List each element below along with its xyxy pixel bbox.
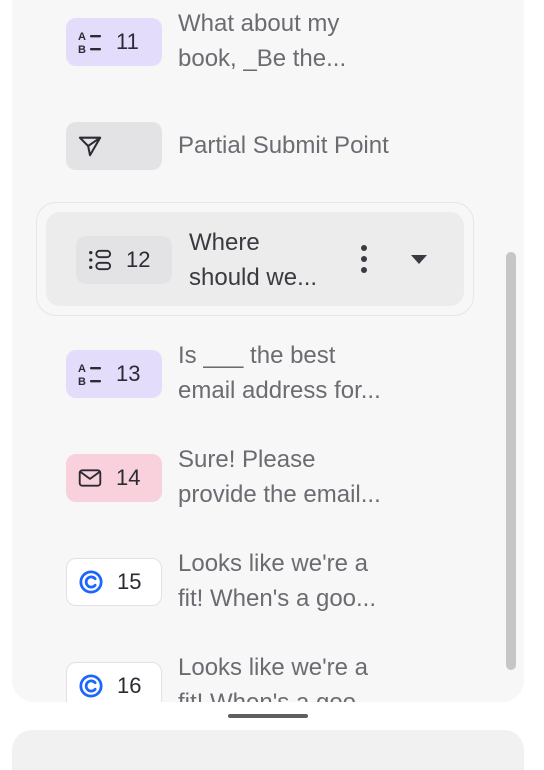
question-item-11[interactable]: A B 11 What about my book, _Be the... — [12, 0, 524, 100]
svg-text:A: A — [78, 31, 86, 43]
multiple-choice-icon: A B — [78, 361, 102, 387]
ranking-list-icon — [88, 247, 112, 273]
calendly-icon — [79, 673, 103, 699]
calendly-icon — [79, 569, 103, 595]
partial-submit-point[interactable]: Partial Submit Point — [12, 104, 524, 204]
question-item-13[interactable]: A B 13 Is ___ the best email address for… — [12, 332, 524, 432]
question-type-badge: 14 — [66, 454, 162, 502]
partial-submit-label: Partial Submit Point — [178, 132, 389, 159]
scrollbar-thumb[interactable] — [506, 252, 516, 670]
question-type-badge: A B 11 — [66, 18, 162, 66]
svg-text:B: B — [78, 44, 86, 55]
send-icon — [78, 133, 102, 159]
question-title: Looks like we're a fit! When's a goo... — [178, 550, 377, 612]
drag-handle[interactable] — [228, 714, 308, 718]
question-number: 12 — [126, 247, 151, 272]
question-number: 13 — [116, 361, 141, 386]
svg-text:B: B — [78, 376, 86, 387]
question-number: 14 — [116, 465, 141, 490]
multiple-choice-icon: A B — [78, 29, 102, 55]
question-type-badge: 12 — [76, 236, 172, 284]
selected-question-card[interactable]: 12 Where should we... — [46, 212, 464, 306]
question-type-badge: 16 — [66, 662, 162, 702]
question-title: Looks like we're a fit! When's a goo... — [178, 654, 376, 702]
question-item-16[interactable]: 16 Looks like we're a fit! When's a goo.… — [12, 644, 524, 702]
bottom-sheet — [12, 730, 524, 770]
question-item-14[interactable]: 14 Sure! Please provide the email... — [12, 436, 524, 536]
question-list-panel[interactable]: A B 11 What about my book, _Be the... Pa… — [12, 0, 524, 702]
question-number: 15 — [117, 569, 142, 594]
question-type-badge: A B 13 — [66, 350, 162, 398]
more-options-icon[interactable] — [352, 242, 376, 276]
chevron-down-icon[interactable] — [408, 250, 430, 268]
question-item-12-selected[interactable]: 12 Where should we... — [36, 202, 474, 316]
question-title: Is ___ the best email address for... — [178, 342, 381, 404]
question-title: What about my book, _Be the... — [178, 10, 347, 72]
email-icon — [78, 465, 102, 491]
question-title: Where should we... — [189, 229, 318, 291]
question-type-badge: 15 — [66, 558, 162, 606]
question-item-15[interactable]: 15 Looks like we're a fit! When's a goo.… — [12, 540, 524, 640]
question-number: 16 — [117, 673, 142, 698]
question-title: Sure! Please provide the email... — [178, 446, 381, 508]
partial-submit-badge — [66, 122, 162, 170]
svg-text:A: A — [78, 363, 86, 375]
question-number: 11 — [116, 29, 139, 54]
